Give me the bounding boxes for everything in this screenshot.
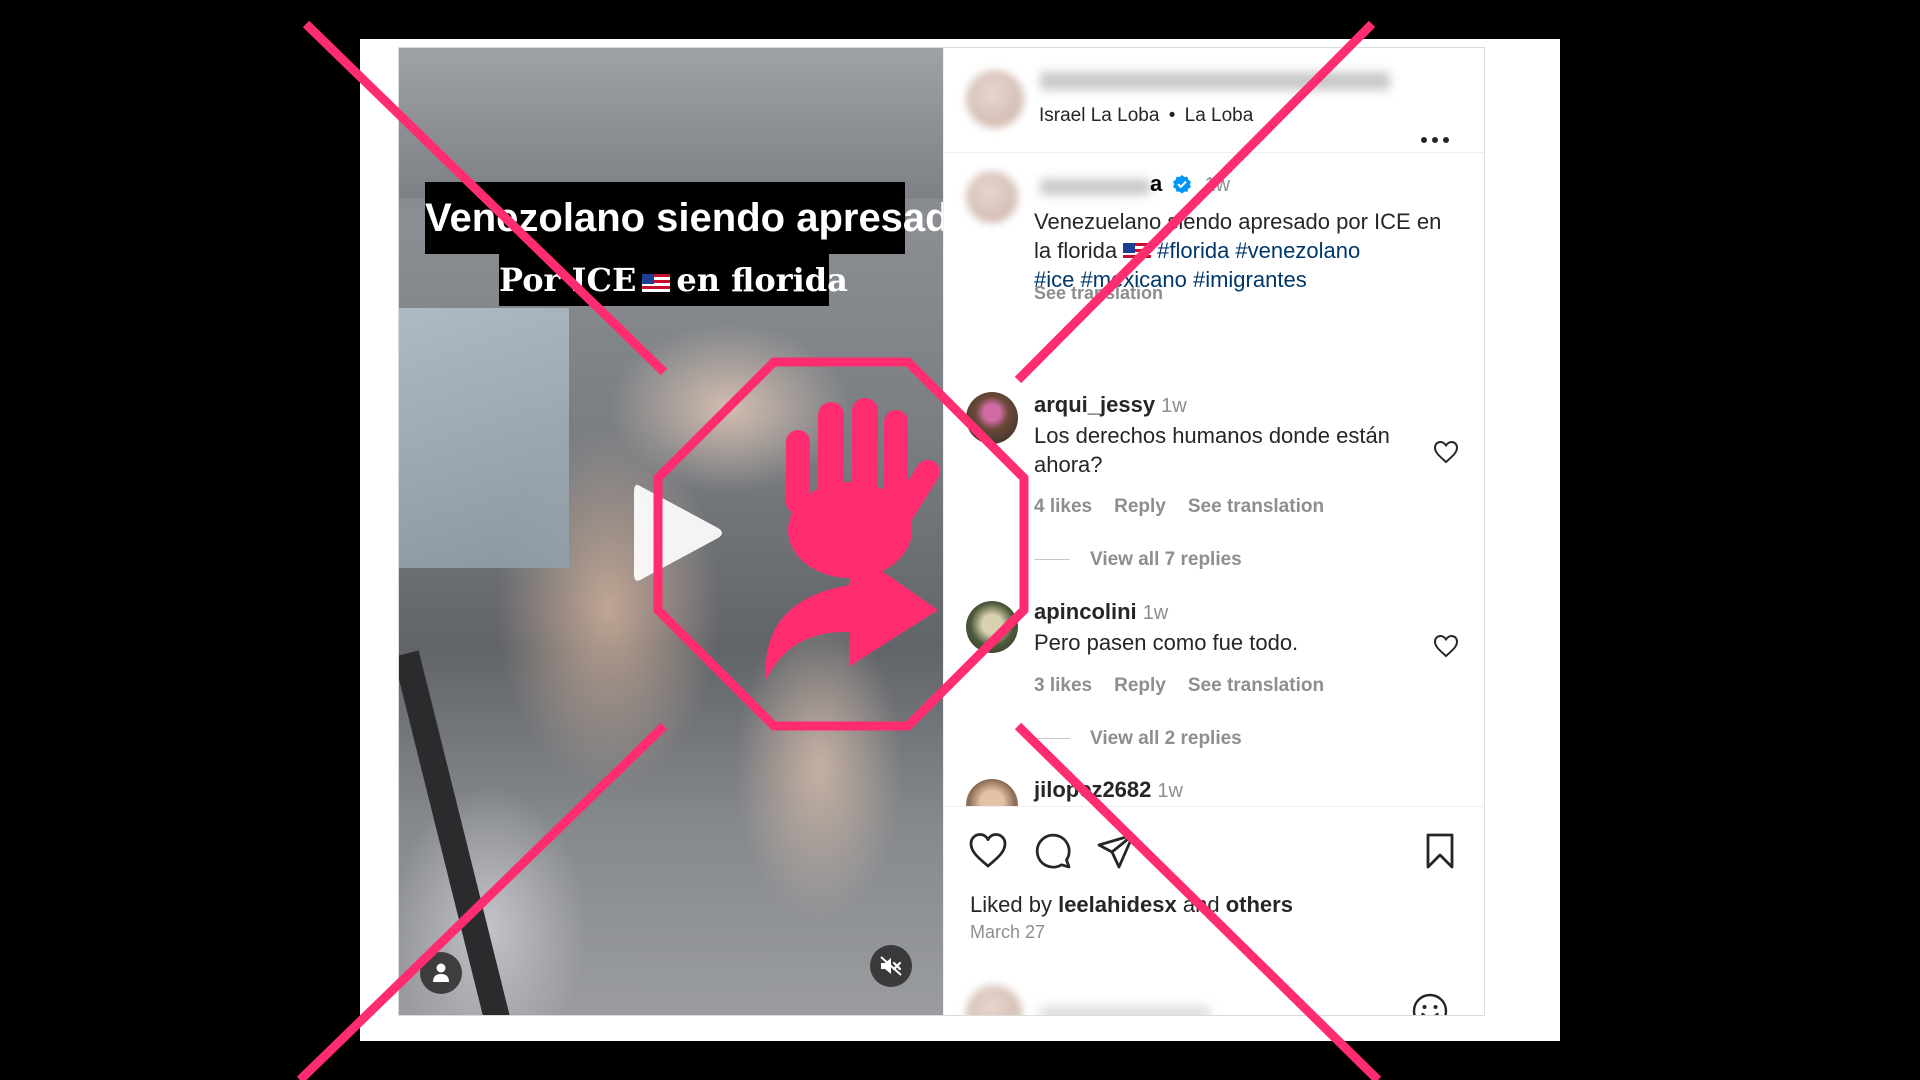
comment-username[interactable]: apincolini [1034, 599, 1137, 624]
video-caption-part-b: en florida [676, 261, 848, 299]
author-username-redacted[interactable] [1040, 72, 1390, 90]
comment-avatar[interactable] [966, 392, 1018, 444]
post-date: March 27 [970, 922, 1046, 942]
liked-by-line: Liked by leelahidesx and others [970, 892, 1293, 918]
video-caption-part-a: Por ICE [499, 261, 637, 299]
comment-meta: 3 likes Reply See translation [1034, 675, 1346, 697]
view-replies-button[interactable]: View all 7 replies [1034, 549, 1242, 571]
car-window [399, 308, 569, 568]
liked-by-and: and [1182, 892, 1220, 917]
comment-likes[interactable]: 4 likes [1034, 496, 1092, 517]
caption-time: 1w [1204, 174, 1231, 196]
comment-reply-button[interactable]: Reply [1114, 675, 1166, 696]
comment-text: Los derechos humanos donde están ahora? [1034, 423, 1390, 477]
us-flag-icon [1123, 243, 1152, 262]
heart-icon[interactable] [968, 831, 1008, 871]
comment-see-translation[interactable]: See translation [1188, 496, 1324, 517]
comment-username[interactable]: jilopez2682 [1034, 777, 1151, 802]
comments-list[interactable]: a 1w Venezuelano siendo apresado por ICE… [944, 153, 1484, 806]
instagram-post: Venezolano siendo apresado Por ICE en flo… [398, 47, 1485, 1016]
caption-hashtags-1[interactable]: #florida #venezolano [1157, 238, 1360, 263]
bookmark-icon[interactable] [1420, 831, 1460, 871]
caption-username-suffix[interactable]: a [1150, 171, 1162, 196]
add-comment-input[interactable] [1040, 1006, 1210, 1015]
comment-likes[interactable]: 3 likes [1034, 675, 1092, 696]
view-replies-button[interactable]: View all 2 replies [1034, 728, 1242, 750]
current-user-avatar [966, 985, 1022, 1015]
audio-artist: Israel La Loba [1039, 105, 1160, 126]
more-horizontal-icon[interactable] [1420, 136, 1450, 144]
audio-track: La Loba [1184, 105, 1254, 126]
comment-like-heart-icon[interactable] [1433, 634, 1459, 658]
comment-avatar[interactable] [966, 779, 1018, 806]
post-header: Israel La Loba • La Loba [944, 48, 1484, 153]
caption-see-translation[interactable]: See translation [1034, 283, 1163, 304]
us-flag-icon [642, 273, 671, 292]
video-caption-line1: Venezolano siendo apresado [425, 182, 943, 254]
comment-header: apincolini 1w [1034, 599, 1168, 625]
reel-video[interactable]: Venezolano siendo apresado Por ICE en flo… [399, 48, 943, 1015]
car-roof [399, 48, 943, 198]
comment-header: jilopez2682 1w [1034, 777, 1183, 803]
comment-meta: 4 likes Reply See translation [1034, 496, 1346, 518]
comment-time: 1w [1142, 602, 1169, 624]
comment-icon[interactable] [1033, 831, 1073, 871]
mute-icon[interactable] [870, 945, 912, 987]
comment-text: Pero pasen como fue todo. [1034, 630, 1299, 655]
comment-reply-button[interactable]: Reply [1114, 496, 1166, 517]
post-actions: Liked by leelahidesx and others March 27 [944, 806, 1484, 1016]
person-tag-icon[interactable] [420, 952, 462, 994]
post-side-panel: Israel La Loba • La Loba a 1w Venezuelan… [943, 48, 1484, 1016]
verified-badge-icon [1173, 175, 1192, 194]
liked-by-prefix: Liked by [970, 892, 1052, 917]
comment-like-heart-icon[interactable] [1433, 440, 1459, 464]
comment-see-translation[interactable]: See translation [1188, 675, 1324, 696]
audio-separator: • [1168, 105, 1176, 126]
liked-by-user[interactable]: leelahidesx [1058, 892, 1177, 917]
caption-avatar[interactable] [966, 171, 1018, 223]
caption-username-redacted[interactable] [1040, 179, 1150, 195]
audio-attribution[interactable]: Israel La Loba • La Loba [1039, 105, 1253, 127]
emoji-icon[interactable] [1411, 992, 1449, 1016]
liked-by-others[interactable]: others [1226, 892, 1293, 917]
comment-time: 1w [1161, 395, 1187, 417]
caption-username-row: a 1w [1150, 171, 1230, 197]
author-avatar[interactable] [966, 70, 1024, 128]
comment-header: arqui_jessy 1w [1034, 392, 1187, 418]
play-icon[interactable] [626, 478, 726, 588]
share-icon[interactable] [1096, 831, 1136, 871]
caption-text: Venezuelano siendo apresado por ICE en l… [1034, 207, 1454, 294]
comment-username[interactable]: arqui_jessy [1034, 392, 1155, 417]
comment-avatar[interactable] [966, 601, 1018, 653]
video-caption-line2: Por ICE en florida [499, 254, 848, 306]
comment-time: 1w [1157, 780, 1183, 802]
